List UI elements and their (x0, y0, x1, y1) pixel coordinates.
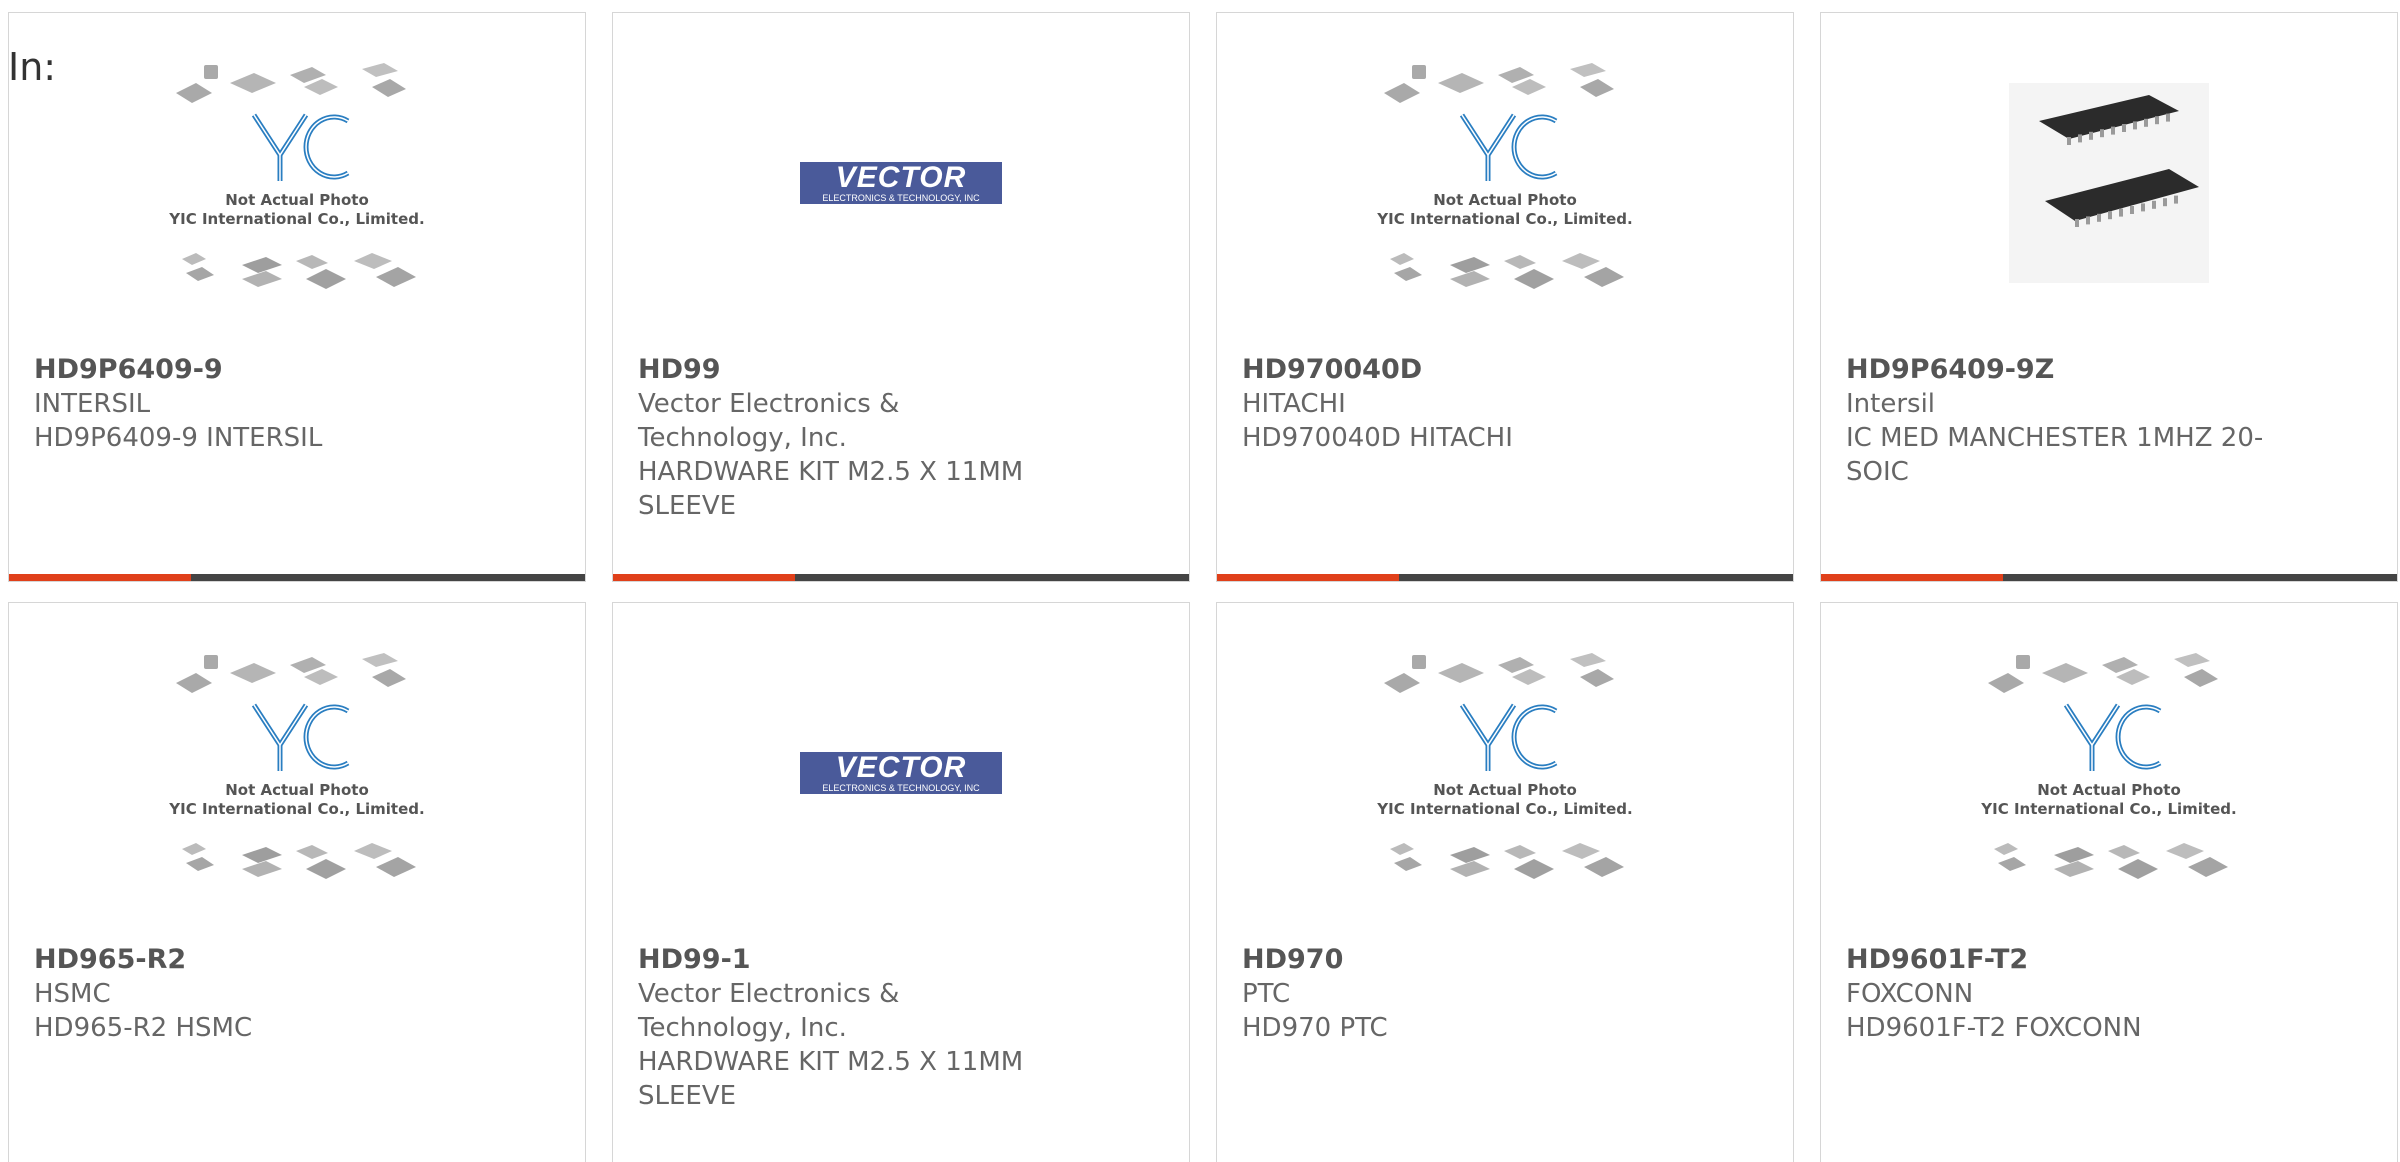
yic-placeholder-image: Not Actual Photo YIC International Co., … (1376, 653, 1633, 879)
manufacturer: INTERSIL (34, 389, 151, 419)
yic-placeholder-image: Not Actual Photo YIC International Co., … (168, 63, 425, 289)
manufacturer: HITACHI (1242, 389, 1346, 419)
description: HD970040D HITACHI (1242, 423, 1513, 453)
vector-logo-subtext: ELECTRONICS & TECHNOLOGY, INC (822, 783, 980, 793)
placeholder-line1: Not Actual Photo (1433, 781, 1577, 799)
product-grid: Not Actual Photo YIC International Co., … (8, 12, 2400, 1162)
part-number-link[interactable]: HD99 (638, 353, 1058, 387)
manufacturer: PTC (1242, 979, 1291, 1009)
description: HD9601F-T2 FOXCONN (1846, 1013, 2142, 1043)
description: HARDWARE KIT M2.5 X 11MM SLEEVE (638, 457, 1024, 521)
product-info: HD9601F-T2 FOXCONN HD9601F-T2 FOXCONN (1846, 943, 2266, 1045)
product-card[interactable]: Not Actual Photo YIC International Co., … (8, 12, 586, 582)
vector-logo: VECTOR ELECTRONICS & TECHNOLOGY, INC (800, 752, 1002, 794)
product-card[interactable]: VECTOR ELECTRONICS & TECHNOLOGY, INC HD99 V… (612, 12, 1190, 582)
in-label: In: (8, 45, 57, 89)
placeholder-line2: YIC International Co., Limited. (1376, 210, 1632, 228)
placeholder-line2: YIC International Co., Limited. (168, 210, 424, 228)
product-card[interactable]: VECTOR ELECTRONICS & TECHNOLOGY, INC HD99-… (612, 602, 1190, 1162)
vector-logo-text: VECTOR (835, 161, 967, 194)
product-info: HD9P6409-9Z Intersil IC MED MANCHESTER 1MH… (1846, 353, 2266, 489)
yic-placeholder-image: Not Actual Photo YIC International Co., … (1980, 653, 2237, 879)
vector-logo: VECTOR ELECTRONICS & TECHNOLOGY, INC (800, 162, 1002, 204)
manufacturer: Intersil (1846, 389, 1936, 419)
description: IC MED MANCHESTER 1MHZ 20-SOIC (1846, 423, 2264, 487)
description: HD965-R2 HSMC (34, 1013, 253, 1043)
product-card[interactable]: Not Actual Photo YIC International Co., … (1820, 602, 2398, 1162)
product-image-area[interactable]: VECTOR ELECTRONICS & TECHNOLOGY, INC (613, 13, 1189, 353)
product-image-area[interactable] (1821, 13, 2397, 353)
placeholder-line2: YIC International Co., Limited. (1376, 800, 1632, 818)
placeholder-line1: Not Actual Photo (225, 781, 369, 799)
product-card[interactable]: Not Actual Photo YIC International Co., … (1216, 12, 1794, 582)
yic-placeholder-image: Not Actual Photo YIC International Co., … (168, 653, 425, 879)
manufacturer: Vector Electronics & Technology, Inc. (638, 979, 900, 1043)
product-info: HD970040D HITACHI HD970040D HITACHI (1242, 353, 1662, 455)
placeholder-line2: YIC International Co., Limited. (168, 800, 424, 818)
vector-logo-text: VECTOR (835, 751, 967, 784)
product-image-area[interactable]: Not Actual Photo YIC International Co., … (9, 603, 585, 943)
product-info: HD965-R2 HSMC HD965-R2 HSMC (34, 943, 454, 1045)
manufacturer: FOXCONN (1846, 979, 1974, 1009)
card-accent-bar (9, 574, 191, 581)
part-number-link[interactable]: HD9P6409-9 (34, 353, 454, 387)
part-number-link[interactable]: HD970040D (1242, 353, 1662, 387)
vector-logo-subtext: ELECTRONICS & TECHNOLOGY, INC (822, 193, 980, 203)
product-card[interactable]: HD9P6409-9Z Intersil IC MED MANCHESTER 1MH… (1820, 12, 2398, 582)
manufacturer: Vector Electronics & Technology, Inc. (638, 389, 900, 453)
placeholder-line1: Not Actual Photo (2037, 781, 2181, 799)
manufacturer: HSMC (34, 979, 111, 1009)
card-bottom-bar (1217, 574, 1793, 581)
card-accent-bar (1217, 574, 1399, 581)
card-accent-bar (1821, 574, 2003, 581)
part-number-link[interactable]: HD99-1 (638, 943, 1058, 977)
part-number-link[interactable]: HD970 (1242, 943, 1662, 977)
part-number-link[interactable]: HD965-R2 (34, 943, 454, 977)
product-image-area[interactable]: Not Actual Photo YIC International Co., … (1217, 603, 1793, 943)
product-card[interactable]: Not Actual Photo YIC International Co., … (8, 602, 586, 1162)
placeholder-line2: YIC International Co., Limited. (1980, 800, 2236, 818)
product-image-area[interactable]: Not Actual Photo YIC International Co., … (9, 13, 585, 353)
card-bottom-bar (9, 574, 585, 581)
card-bottom-bar (1821, 574, 2397, 581)
product-info: HD99 Vector Electronics & Technology, Inc… (638, 353, 1058, 523)
ic-chip-photo (2009, 83, 2209, 283)
description: HARDWARE KIT M2.5 X 11MM SLEEVE (638, 1047, 1024, 1111)
part-number-link[interactable]: HD9601F-T2 (1846, 943, 2266, 977)
product-info: HD99-1 Vector Electronics & Technology, I… (638, 943, 1058, 1113)
product-info: HD9P6409-9 INTERSIL HD9P6409-9 INTERSIL (34, 353, 454, 455)
placeholder-line1: Not Actual Photo (225, 191, 369, 209)
placeholder-line1: Not Actual Photo (1433, 191, 1577, 209)
card-bottom-bar (613, 574, 1189, 581)
part-number-link[interactable]: HD9P6409-9Z (1846, 353, 2266, 387)
product-image-area[interactable]: Not Actual Photo YIC International Co., … (1217, 13, 1793, 353)
description: HD970 PTC (1242, 1013, 1388, 1043)
yic-placeholder-image: Not Actual Photo YIC International Co., … (1376, 63, 1633, 289)
product-info: HD970 PTC HD970 PTC (1242, 943, 1662, 1045)
product-card[interactable]: Not Actual Photo YIC International Co., … (1216, 602, 1794, 1162)
product-listing-page: In: Not Actual Photo YIC International C… (0, 0, 2400, 1162)
card-accent-bar (613, 574, 795, 581)
description: HD9P6409-9 INTERSIL (34, 423, 323, 453)
product-image-area[interactable]: Not Actual Photo YIC International Co., … (1821, 603, 2397, 943)
product-image-area[interactable]: VECTOR ELECTRONICS & TECHNOLOGY, INC (613, 603, 1189, 943)
